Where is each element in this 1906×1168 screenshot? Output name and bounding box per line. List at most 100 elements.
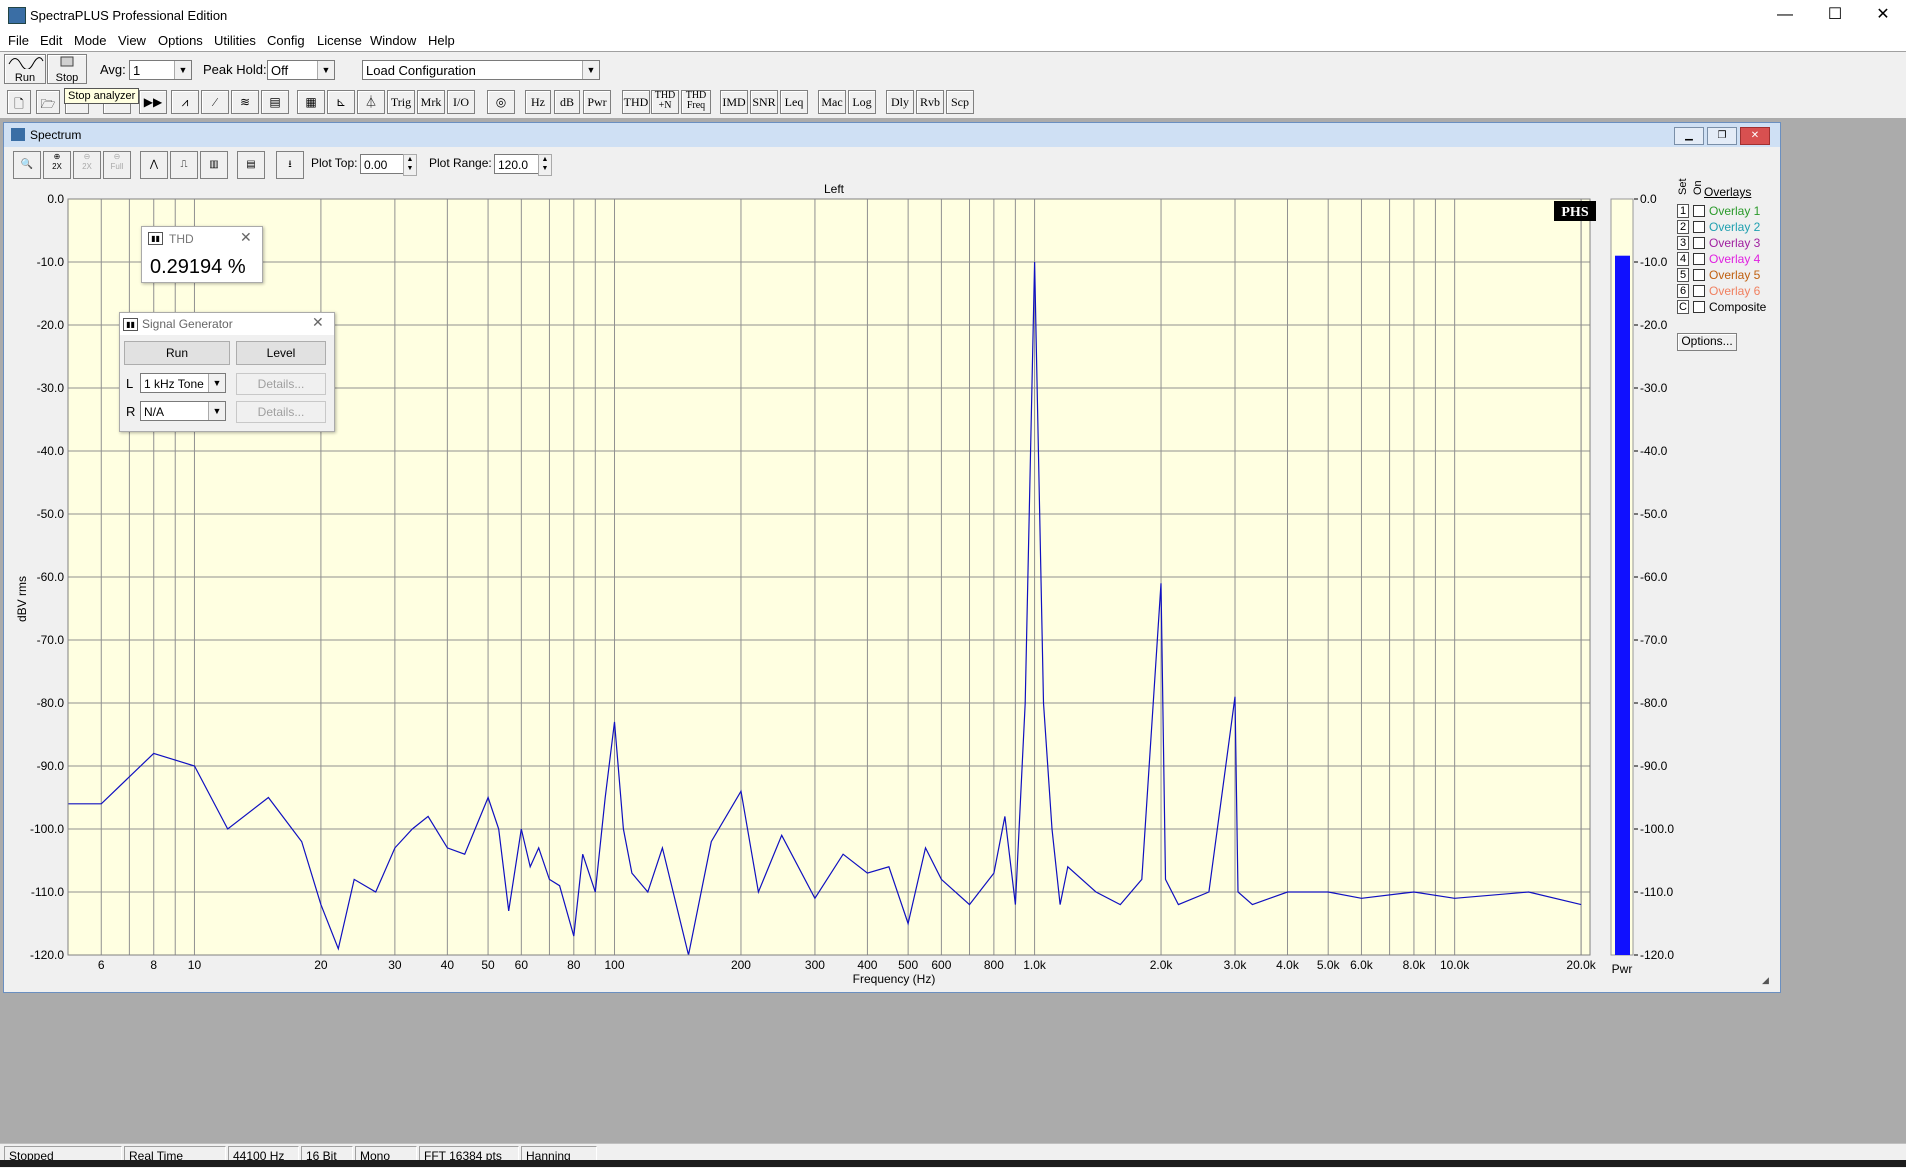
overlay-set-button[interactable]: 6 [1677, 284, 1689, 298]
overlays-options-button[interactable]: Options... [1677, 333, 1737, 351]
overlay-checkbox[interactable] [1693, 237, 1705, 249]
overlay-set-button[interactable]: 2 [1677, 220, 1689, 234]
menu-help[interactable]: Help [428, 33, 455, 48]
new-file-icon[interactable]: 🗋 [7, 90, 31, 114]
autoscale-icon[interactable]: ⭳ [276, 151, 304, 179]
zoom-icon[interactable]: 🔍 [13, 151, 41, 179]
generator-level-button[interactable]: Level [236, 341, 326, 365]
thd-button[interactable]: THD [622, 90, 650, 114]
log-button[interactable]: Log [848, 90, 876, 114]
chevron-down-icon: ▼ [208, 374, 225, 392]
step-plot-icon[interactable]: ⎍ [170, 151, 198, 179]
overlay-checkbox[interactable] [1693, 285, 1705, 297]
overlay-set-button[interactable]: 5 [1677, 268, 1689, 282]
axes-icon[interactable]: ⊾ [327, 90, 355, 114]
x-tick-label: 80 [567, 958, 581, 972]
run-button[interactable]: Run [4, 54, 46, 84]
overlay-set-button[interactable]: 1 [1677, 204, 1689, 218]
3d-surface-icon[interactable]: ▤ [261, 90, 289, 114]
maximize-button[interactable]: ☐ [1812, 0, 1858, 30]
hz-button[interactable]: Hz [525, 90, 551, 114]
overlay-set-button[interactable]: C [1677, 300, 1689, 314]
x-tick-label: 800 [984, 958, 1004, 972]
thd-n-button[interactable]: THD +N [651, 90, 679, 114]
menu-mode[interactable]: Mode [74, 33, 107, 48]
right-channel-dropdown[interactable]: N/A ▼ [140, 401, 226, 421]
mac-button[interactable]: Mac [818, 90, 846, 114]
menu-edit[interactable]: Edit [40, 33, 62, 48]
overlay-checkbox[interactable] [1693, 269, 1705, 281]
menu-options[interactable]: Options [158, 33, 203, 48]
imd-button[interactable]: IMD [720, 90, 748, 114]
spectrum-minimize-button[interactable]: ▁ [1674, 127, 1704, 145]
overlay-set-button[interactable]: 4 [1677, 252, 1689, 266]
dly-button[interactable]: Dly [886, 90, 914, 114]
spin-arrows-icon[interactable]: ▲ ▼ [403, 154, 417, 176]
minimize-button[interactable]: — [1762, 0, 1808, 30]
menu-license[interactable]: License [317, 33, 362, 48]
sine-wave-icon [8, 57, 44, 70]
overlay-checkbox[interactable] [1693, 221, 1705, 233]
zoom-in-2x-icon[interactable]: ⊕ 2X [43, 151, 71, 179]
load-configuration-dropdown[interactable]: Load Configuration ▼ [362, 60, 600, 80]
spectrum-close-button[interactable]: ✕ [1740, 127, 1770, 145]
zoom-out-2x-icon[interactable]: ⊖ 2X [73, 151, 101, 179]
resize-grip-icon[interactable]: ◢ [1762, 975, 1769, 986]
plot-top-input[interactable]: 0.00 ▲ ▼ [360, 154, 417, 176]
waveform-icon[interactable]: ⩘ [171, 90, 199, 114]
spectrum-restore-button[interactable]: ❐ [1707, 127, 1737, 145]
mrk-button[interactable]: Mrk [417, 90, 445, 114]
menu-config[interactable]: Config [267, 33, 305, 48]
open-folder-icon[interactable]: 🗁 [36, 90, 60, 114]
spectrum-window: Spectrum ▁ ❐ ✕ 🔍 ⊕ 2X ⊖ 2X ⊖ Full ⋀ ⎍ ▥ ▤ ⭳… [3, 122, 1781, 993]
thd-close-icon[interactable]: ✕ [240, 229, 252, 246]
overlay-checkbox[interactable] [1693, 253, 1705, 265]
compass-icon[interactable]: ⏃ [357, 90, 385, 114]
snr-button[interactable]: SNR [750, 90, 778, 114]
thd-freq-button[interactable]: THD Freq [681, 90, 711, 114]
x-tick-label: 40 [441, 958, 455, 972]
y-tick-label: -50.0 [37, 507, 65, 521]
close-button[interactable]: ✕ [1860, 0, 1906, 30]
channel-label: Left [824, 182, 845, 196]
leq-button[interactable]: Leq [780, 90, 808, 114]
slope-icon[interactable]: ∕ [201, 90, 229, 114]
overlay-checkbox[interactable] [1693, 301, 1705, 313]
spin-arrows-icon[interactable]: ▲ ▼ [538, 154, 552, 176]
x-tick-label: 6.0k [1350, 958, 1374, 972]
signal-generator-window: ▮▮ Signal Generator ✕ Run Level L 1 kHz … [119, 312, 335, 432]
bar-plot-icon[interactable]: ▥ [200, 151, 228, 179]
meter-tick-label: -70.0 [1640, 633, 1668, 647]
spectrum-plot[interactable]: 0.0 -10.0 -20.0 -30.0 -40.0 -50.0 -60.0 -70.0 -8… [4, 179, 1780, 989]
left-details-button[interactable]: Details... [236, 373, 326, 395]
generator-run-button[interactable]: Run [124, 341, 230, 365]
avg-dropdown[interactable]: 1 ▼ [129, 60, 192, 80]
plot-range-input[interactable]: 120.0 ▲ ▼ [494, 154, 552, 176]
zoom-out-full-icon[interactable]: ⊖ Full [103, 151, 131, 179]
meter-icon[interactable]: ▦ [297, 90, 325, 114]
menu-window[interactable]: Window [370, 33, 416, 48]
main-toolbar: Run Stop Avg: 1 ▼ Peak Hold: Off ▼ Load … [0, 51, 1906, 87]
trig-button[interactable]: Trig [387, 90, 415, 114]
overlay-checkbox[interactable] [1693, 205, 1705, 217]
peak-hold-dropdown[interactable]: Off ▼ [267, 60, 335, 80]
line-plot-icon[interactable]: ⋀ [140, 151, 168, 179]
pwr-button[interactable]: Pwr [583, 90, 611, 114]
spectrogram-icon[interactable]: ≋ [231, 90, 259, 114]
scp-button[interactable]: Scp [946, 90, 974, 114]
left-channel-dropdown[interactable]: 1 kHz Tone ▼ [140, 373, 226, 393]
menu-utilities[interactable]: Utilities [214, 33, 256, 48]
rvb-button[interactable]: Rvb [916, 90, 944, 114]
stop-button[interactable]: Stop [47, 54, 87, 84]
signal-generator-close-icon[interactable]: ✕ [312, 314, 324, 331]
menu-file[interactable]: File [8, 33, 29, 48]
right-details-button[interactable]: Details... [236, 401, 326, 423]
properties-icon[interactable]: ▤ [237, 151, 265, 179]
menu-view[interactable]: View [118, 33, 146, 48]
app-icon [8, 7, 26, 24]
generator-icon[interactable]: ◎ [487, 90, 515, 114]
overlay-set-button[interactable]: 3 [1677, 236, 1689, 250]
io-button[interactable]: I/O [447, 90, 475, 114]
db-button[interactable]: dB [554, 90, 580, 114]
fast-forward-icon[interactable]: ▶▶ [139, 90, 167, 114]
